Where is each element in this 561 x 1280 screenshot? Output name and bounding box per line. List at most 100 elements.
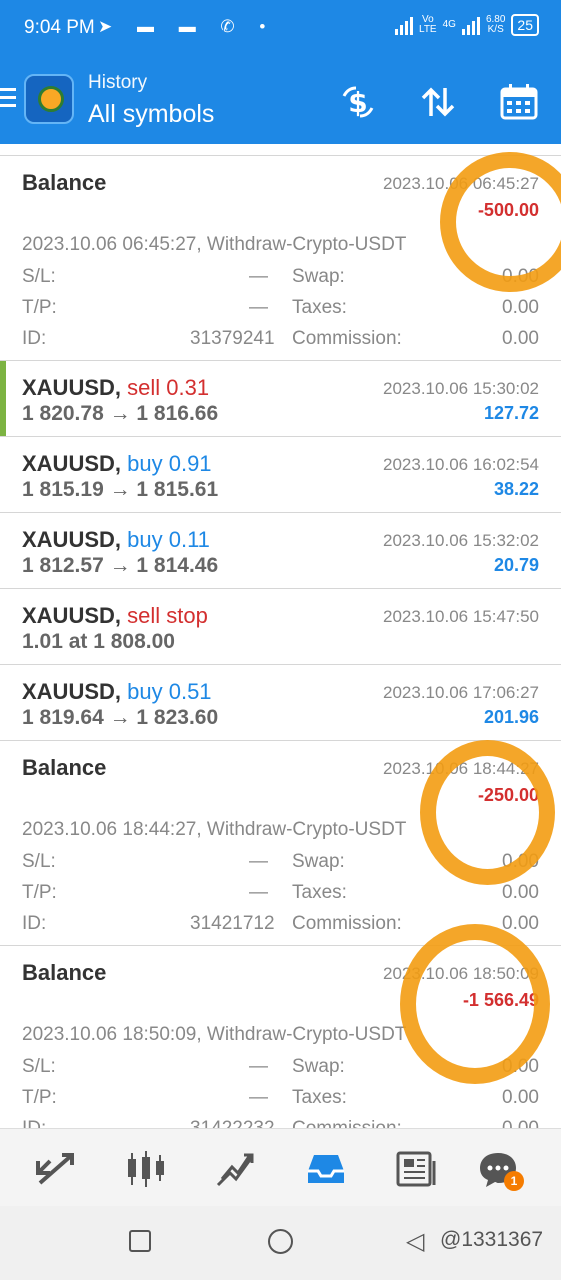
swap-label: Swap:: [292, 266, 345, 287]
battery-icon: 25: [511, 14, 539, 36]
balance-date: 2023.10.06 18:50:09: [383, 964, 539, 983]
notification-icons: ➤ ▬ ▬ ✆ •: [98, 17, 276, 36]
swap-label: Swap:: [292, 1056, 345, 1077]
deal-date: 2023.10.06 15:32:02: [383, 531, 539, 550]
deal-title: XAUUSD, buy 0.91: [22, 451, 212, 476]
taxes-value: 0.00: [502, 882, 539, 903]
chat-icon[interactable]: 1: [476, 1149, 524, 1191]
deal-title: XAUUSD, sell stop: [22, 603, 208, 628]
deal-profit: 201.96: [483, 707, 539, 727]
sl-label: S/L:: [22, 1056, 56, 1077]
chat-badge: 1: [504, 1171, 524, 1191]
sl-value: —: [249, 851, 268, 872]
deal-date: 2023.10.06 16:02:54: [383, 455, 539, 474]
dollar-icon[interactable]: $: [338, 82, 378, 122]
balance-title: Balance: [22, 170, 107, 195]
balance-amount: -1 566.49: [462, 990, 539, 1010]
tp-value: —: [249, 882, 268, 903]
commission-label: Commission:: [292, 913, 402, 934]
bottom-navigation: 1: [0, 1128, 561, 1206]
deal-title: XAUUSD, buy 0.51: [22, 679, 212, 704]
deal-row[interactable]: XAUUSD, sell 0.31 1 820.78 → 1 816.66 20…: [0, 360, 561, 437]
header-subtitle: History: [88, 72, 148, 93]
network-4g: 4G: [442, 19, 456, 30]
tp-label: T/P:: [22, 297, 57, 318]
status-right: Vo LTE 4G 6.80 K/S 25: [395, 14, 539, 36]
sl-label: S/L:: [22, 851, 56, 872]
back-button[interactable]: ◁: [406, 1227, 424, 1256]
balance-date: 2023.10.06 06:45:27: [383, 174, 539, 193]
taxes-label: Taxes:: [292, 297, 347, 318]
history-icon[interactable]: [304, 1149, 348, 1189]
sl-label: S/L:: [22, 266, 56, 287]
balance-date: 2023.10.06 18:44:27: [383, 759, 539, 778]
taxes-value: 0.00: [502, 297, 539, 318]
balance-row[interactable]: Balance 2023.10.06 06:45:27 -500.00 2023…: [0, 155, 561, 360]
balance-amount: -250.00: [477, 785, 539, 805]
commission-value: 0.00: [502, 328, 539, 349]
network-speed: 6.80 K/S: [485, 14, 506, 35]
tp-value: —: [249, 1087, 268, 1108]
menu-icon[interactable]: [0, 88, 16, 108]
deal-profit: 127.72: [483, 403, 539, 423]
deal-row[interactable]: XAUUSD, buy 0.51 1 819.64 → 1 823.60 202…: [0, 664, 561, 740]
home-button[interactable]: [268, 1229, 293, 1254]
app-header: History All symbols $: [0, 58, 561, 144]
deal-prices: 1 812.57 → 1 814.46: [22, 554, 219, 577]
taxes-value: 0.00: [502, 1087, 539, 1108]
swap-label: Swap:: [292, 851, 345, 872]
order-row[interactable]: XAUUSD, sell stop 1.01 at 1 808.00 2023.…: [0, 588, 561, 664]
deal-prices: 1 815.19 → 1 815.61: [22, 478, 219, 501]
deal-row[interactable]: XAUUSD, buy 0.91 1 815.19 → 1 815.61 202…: [0, 436, 561, 512]
deal-date: 2023.10.06 17:06:27: [383, 683, 539, 702]
history-list: Balance 2023.10.06 06:45:27 -500.00 2023…: [0, 155, 561, 1150]
deal-row[interactable]: XAUUSD, buy 0.11 1 812.57 → 1 814.46 202…: [0, 512, 561, 588]
balance-title: Balance: [22, 755, 107, 780]
sort-icon[interactable]: [418, 82, 458, 122]
status-bar: 9:04 PM ➤ ▬ ▬ ✆ • Vo LTE 4G 6.80 K/S 25: [0, 0, 561, 58]
deal-profit: 38.22: [493, 479, 539, 499]
deal-title: XAUUSD, sell 0.31: [22, 375, 210, 400]
deal-date: 2023.10.06 15:30:02: [383, 379, 539, 398]
sl-value: —: [249, 1056, 268, 1077]
id-value: 31421712: [190, 913, 275, 934]
recents-button[interactable]: [129, 1230, 151, 1252]
trade-icon[interactable]: [214, 1149, 258, 1189]
balance-amount: -500.00: [477, 200, 539, 220]
id-value: 31379241: [190, 328, 275, 349]
tp-label: T/P:: [22, 1087, 57, 1108]
network-type: Vo LTE: [419, 14, 437, 35]
calendar-icon[interactable]: [499, 82, 539, 122]
status-time: 9:04 PM: [24, 17, 95, 38]
id-label: ID:: [22, 913, 47, 934]
taxes-label: Taxes:: [292, 1087, 347, 1108]
deal-profit: 20.79: [493, 555, 539, 575]
app-logo[interactable]: [24, 74, 74, 124]
watermark-text: @1331367: [440, 1228, 544, 1251]
sl-value: —: [249, 266, 268, 287]
balance-row[interactable]: Balance 2023.10.06 18:50:09 -1 566.49 20…: [0, 945, 561, 1150]
taxes-label: Taxes:: [292, 882, 347, 903]
swap-value: 0.00: [502, 266, 539, 287]
balance-row[interactable]: Balance 2023.10.06 18:44:27 -250.00 2023…: [0, 740, 561, 945]
quotes-icon[interactable]: [34, 1149, 78, 1189]
tp-label: T/P:: [22, 882, 57, 903]
news-icon[interactable]: [394, 1149, 438, 1189]
commission-value: 0.00: [502, 913, 539, 934]
id-label: ID:: [22, 328, 47, 349]
system-navigation: ◁ @1331367: [0, 1206, 561, 1280]
commission-label: Commission:: [292, 328, 402, 349]
order-price: 1.01 at 1 808.00: [22, 630, 175, 653]
balance-comment: 2023.10.06 06:45:27, Withdraw-Crypto-USD…: [22, 234, 407, 255]
header-title[interactable]: All symbols: [88, 100, 214, 129]
balance-comment: 2023.10.06 18:50:09, Withdraw-Crypto-USD…: [22, 1024, 407, 1045]
deal-prices: 1 820.78 → 1 816.66: [22, 402, 219, 425]
chart-icon[interactable]: [124, 1149, 168, 1189]
swap-value: 0.00: [502, 1056, 539, 1077]
balance-title: Balance: [22, 960, 107, 985]
deal-date: 2023.10.06 15:47:50: [383, 607, 539, 626]
tp-value: —: [249, 297, 268, 318]
signal-icon-2: [461, 15, 480, 35]
deal-title: XAUUSD, buy 0.11: [22, 527, 210, 552]
signal-icon: [395, 15, 413, 35]
